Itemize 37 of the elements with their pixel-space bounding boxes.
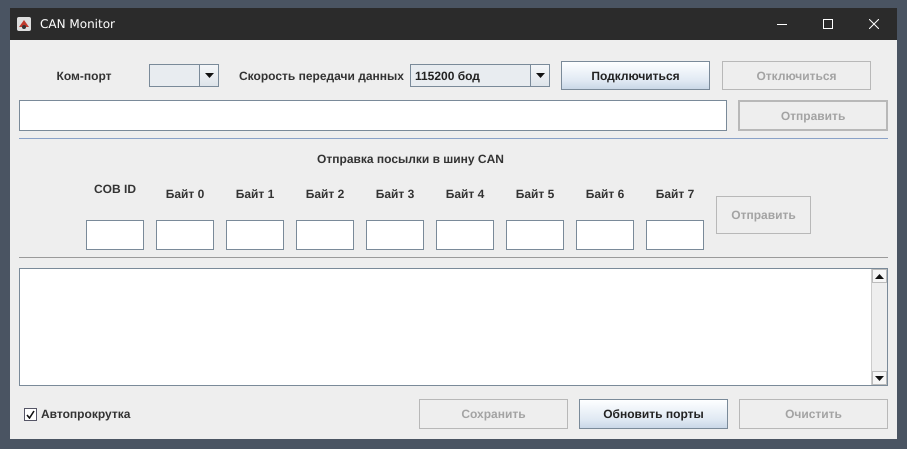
command-field[interactable] — [19, 100, 728, 131]
byte-label: Байт 0 — [166, 187, 204, 201]
app-icon — [16, 16, 32, 32]
section-title: Отправка посылки в шину CAN — [317, 152, 504, 166]
byte-label: Байт 6 — [586, 187, 624, 201]
caret-down-icon — [204, 73, 214, 78]
caret-up-icon — [875, 274, 884, 278]
byte-field[interactable] — [86, 220, 144, 250]
byte-label: Байт 2 — [306, 187, 344, 201]
byte-label: Байт 4 — [446, 187, 484, 201]
byte-label: Байт 1 — [236, 187, 274, 201]
byte-field[interactable] — [646, 220, 704, 250]
action-button[interactable]: Обновить порты — [579, 399, 728, 429]
byte-label: Байт 3 — [376, 187, 414, 201]
connection-button[interactable]: Подключиться — [561, 61, 710, 90]
window-title: CAN Monitor — [40, 17, 116, 31]
byte-field[interactable] — [366, 220, 424, 250]
close-icon — [869, 19, 879, 29]
byte-field[interactable] — [576, 220, 634, 250]
byte-field[interactable] — [226, 220, 284, 250]
byte-field[interactable] — [156, 220, 214, 250]
baud-dropdown[interactable]: 115200 бод — [410, 64, 550, 87]
port-dropdown[interactable] — [149, 64, 219, 87]
byte-field[interactable] — [296, 220, 354, 250]
caret-down-icon — [875, 376, 884, 380]
scrollbar[interactable] — [871, 269, 887, 385]
checkbox-icon[interactable] — [24, 408, 37, 420]
byte-label: COB ID — [94, 182, 136, 196]
autoscroll-checkbox[interactable]: Автопрокрутка — [24, 407, 419, 421]
byte-field[interactable] — [436, 220, 494, 250]
byte-field[interactable] — [506, 220, 564, 250]
byte-label: Байт 7 — [656, 187, 694, 201]
byte-label: Байт 5 — [516, 187, 554, 201]
maximize-icon — [823, 19, 833, 29]
baud-label: Скорость передачи данных — [239, 68, 405, 82]
caret-down-icon — [536, 73, 544, 78]
port-label: Ком-порт — [56, 68, 112, 82]
